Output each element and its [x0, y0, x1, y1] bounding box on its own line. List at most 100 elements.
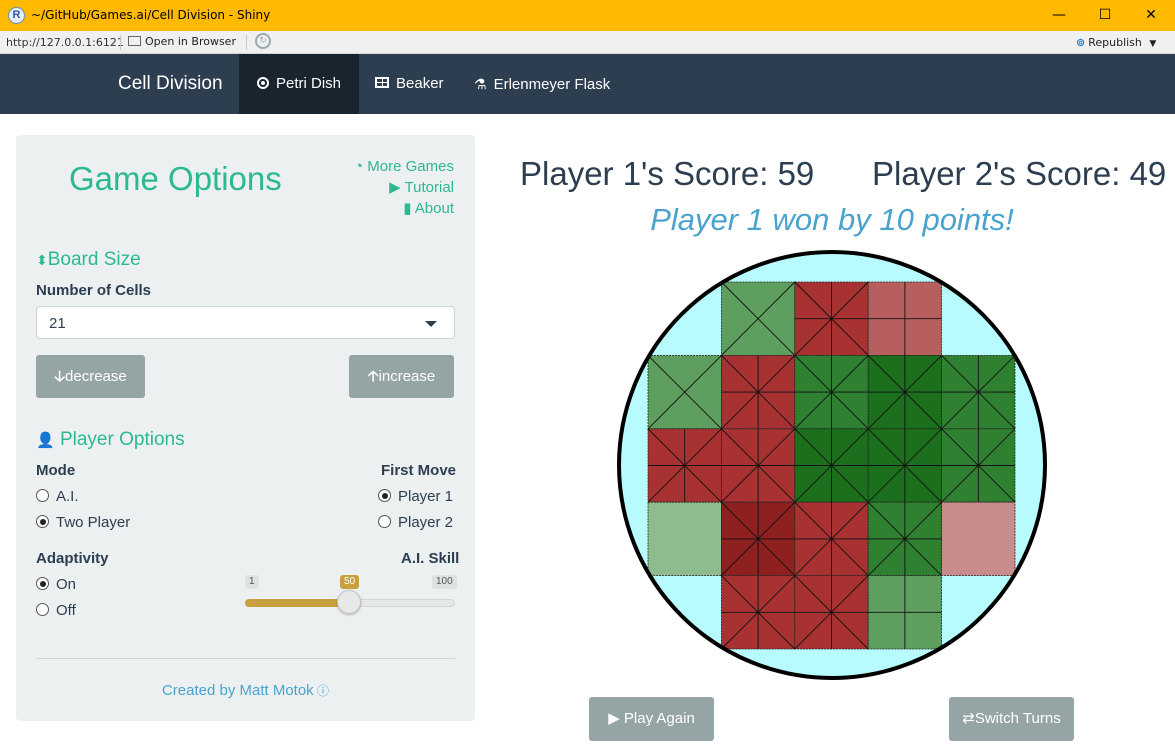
slider-value-label: 50 [340, 575, 360, 589]
open-in-browser-label: Open in Browser [145, 35, 236, 48]
heading-text: Player Options [59, 429, 185, 450]
radio-label: A.I. [56, 488, 79, 505]
first-move-label: First Move [381, 462, 457, 479]
player1-score: Player 1's Score: 59 [520, 155, 815, 192]
slider-min-label: 1 [245, 575, 259, 589]
chevron-down-icon [425, 321, 437, 327]
board-cell[interactable] [941, 501, 1016, 576]
radio-label: On [56, 576, 77, 593]
ai-skill-label: A.I. Skill [401, 550, 460, 567]
republish-label: Republish [1088, 36, 1142, 49]
play-circle-icon: ▶ [389, 179, 401, 196]
panel-title: Game Options [69, 160, 282, 197]
select-value: 21 [49, 315, 66, 332]
switch-turns-button[interactable]: ⇄Switch Turns [949, 697, 1074, 741]
radio-button[interactable] [36, 603, 49, 616]
arrow-down-icon: 🡣 [54, 368, 66, 385]
tab-label: Petri Dish [276, 75, 342, 92]
tab-petri-dish[interactable]: Petri Dish [239, 54, 360, 114]
credit-text: Created by Matt Motok [161, 682, 314, 699]
tutorial-link[interactable]: ▶ Tutorial [354, 177, 454, 198]
exchange-icon: ⇄ [962, 710, 975, 727]
top-navbar: Cell Division Petri Dish Beaker ⚗ Erlenme… [0, 54, 1175, 114]
minimize-button[interactable]: — [1036, 0, 1082, 31]
mode-radio-ai[interactable]: A.I. [36, 488, 79, 505]
board-size-heading: ⬍Board Size [36, 249, 141, 271]
window-titlebar: R ~/GitHub/Games.ai/Cell Division - Shin… [0, 0, 1175, 31]
rstudio-app-icon: R [8, 7, 25, 24]
link-label: Tutorial [404, 179, 454, 196]
decrease-button[interactable]: 🡣decrease [36, 355, 145, 398]
publish-icon: ⊚ [1076, 36, 1086, 49]
player2-score: Player 2's Score: 49 [872, 155, 1167, 192]
ai-skill-slider-fill [245, 599, 349, 607]
player-options-heading: 👤 Player Options [36, 429, 185, 451]
first-move-radio-player2[interactable]: Player 2 [378, 514, 453, 531]
refresh-icon[interactable]: ↻ [255, 33, 271, 49]
radio-label: Player 1 [398, 488, 454, 505]
toolbar-divider [120, 35, 121, 50]
petri-dish-board[interactable] [613, 248, 1051, 686]
radio-button[interactable] [36, 515, 49, 528]
browser-window-icon [128, 36, 141, 46]
game-result-message: Player 1 won by 10 points! [650, 202, 1014, 237]
button-label: Switch Turns [974, 710, 1061, 727]
play-again-button[interactable]: ▶ Play Again [589, 697, 714, 741]
game-options-panel: Game Options ◔ More Games ▶ Tutorial ▮ A… [16, 135, 475, 721]
radio-button[interactable] [36, 577, 49, 590]
book-icon: ▮ [403, 200, 412, 217]
number-of-cells-label: Number of Cells [36, 282, 152, 299]
arrow-up-icon: 🡡 [367, 368, 379, 385]
open-in-browser-button[interactable]: Open in Browser [128, 35, 236, 48]
mode-radio-two-player[interactable]: Two Player [36, 514, 130, 531]
button-label: Play Again [623, 710, 695, 727]
tab-label: Beaker [396, 75, 444, 92]
republish-button[interactable]: ⊚ Republish ▼ [1076, 36, 1156, 49]
maximize-button[interactable]: ☐ [1082, 0, 1128, 31]
github-icon: ◔ [354, 158, 364, 175]
heading-text: Board Size [47, 249, 141, 270]
target-icon [257, 77, 269, 89]
button-label: decrease [65, 368, 127, 385]
increase-button[interactable]: 🡡increase [349, 355, 454, 398]
user-icon: 👤 [36, 432, 55, 449]
about-link[interactable]: ▮ About [354, 198, 454, 219]
mode-label: Mode [36, 462, 76, 479]
radio-label: Player 2 [398, 514, 454, 531]
play-icon: ▶ [608, 710, 620, 727]
slider-max-label: 100 [432, 575, 457, 589]
sort-arrows-icon: ⬍ [36, 252, 48, 268]
adaptivity-radio-on[interactable]: On [36, 576, 76, 593]
credit-link[interactable]: Created by Matt Motok ⓘ [16, 682, 475, 699]
close-button[interactable]: ✕ [1128, 0, 1174, 31]
viewer-toolbar: http://127.0.0.1:6121 Open in Browser ↻ … [0, 31, 1175, 54]
panel-divider [36, 658, 455, 659]
tab-label: Erlenmeyer Flask [493, 76, 611, 93]
flask-icon: ⚗ [474, 76, 487, 92]
window-title: ~/GitHub/Games.ai/Cell Division - Shiny [31, 8, 271, 22]
info-links: ◔ More Games ▶ Tutorial ▮ About [354, 156, 454, 219]
toolbar-divider [246, 35, 247, 50]
info-circle-icon: ⓘ [313, 684, 330, 698]
dropdown-caret-icon: ▼ [1149, 39, 1157, 49]
number-of-cells-select[interactable]: 21 [36, 306, 455, 339]
board-cell[interactable] [647, 501, 722, 576]
first-move-radio-player1[interactable]: Player 1 [378, 488, 453, 505]
more-games-link[interactable]: ◔ More Games [354, 156, 454, 177]
radio-label: Off [56, 602, 76, 619]
radio-button[interactable] [378, 515, 391, 528]
button-label: increase [378, 368, 436, 385]
table-icon [375, 77, 389, 88]
url-text[interactable]: http://127.0.0.1:6121 [6, 36, 124, 49]
tab-erlenmeyer-flask[interactable]: ⚗ Erlenmeyer Flask [456, 54, 628, 114]
link-label: About [414, 200, 454, 217]
adaptivity-radio-off[interactable]: Off [36, 602, 76, 619]
link-label: More Games [367, 158, 454, 175]
tab-beaker[interactable]: Beaker [357, 54, 462, 114]
radio-label: Two Player [56, 514, 131, 531]
radio-button[interactable] [378, 489, 391, 502]
app-brand[interactable]: Cell Division [118, 73, 223, 95]
adaptivity-label: Adaptivity [36, 550, 109, 567]
ai-skill-slider-handle[interactable] [337, 590, 361, 614]
radio-button[interactable] [36, 489, 49, 502]
